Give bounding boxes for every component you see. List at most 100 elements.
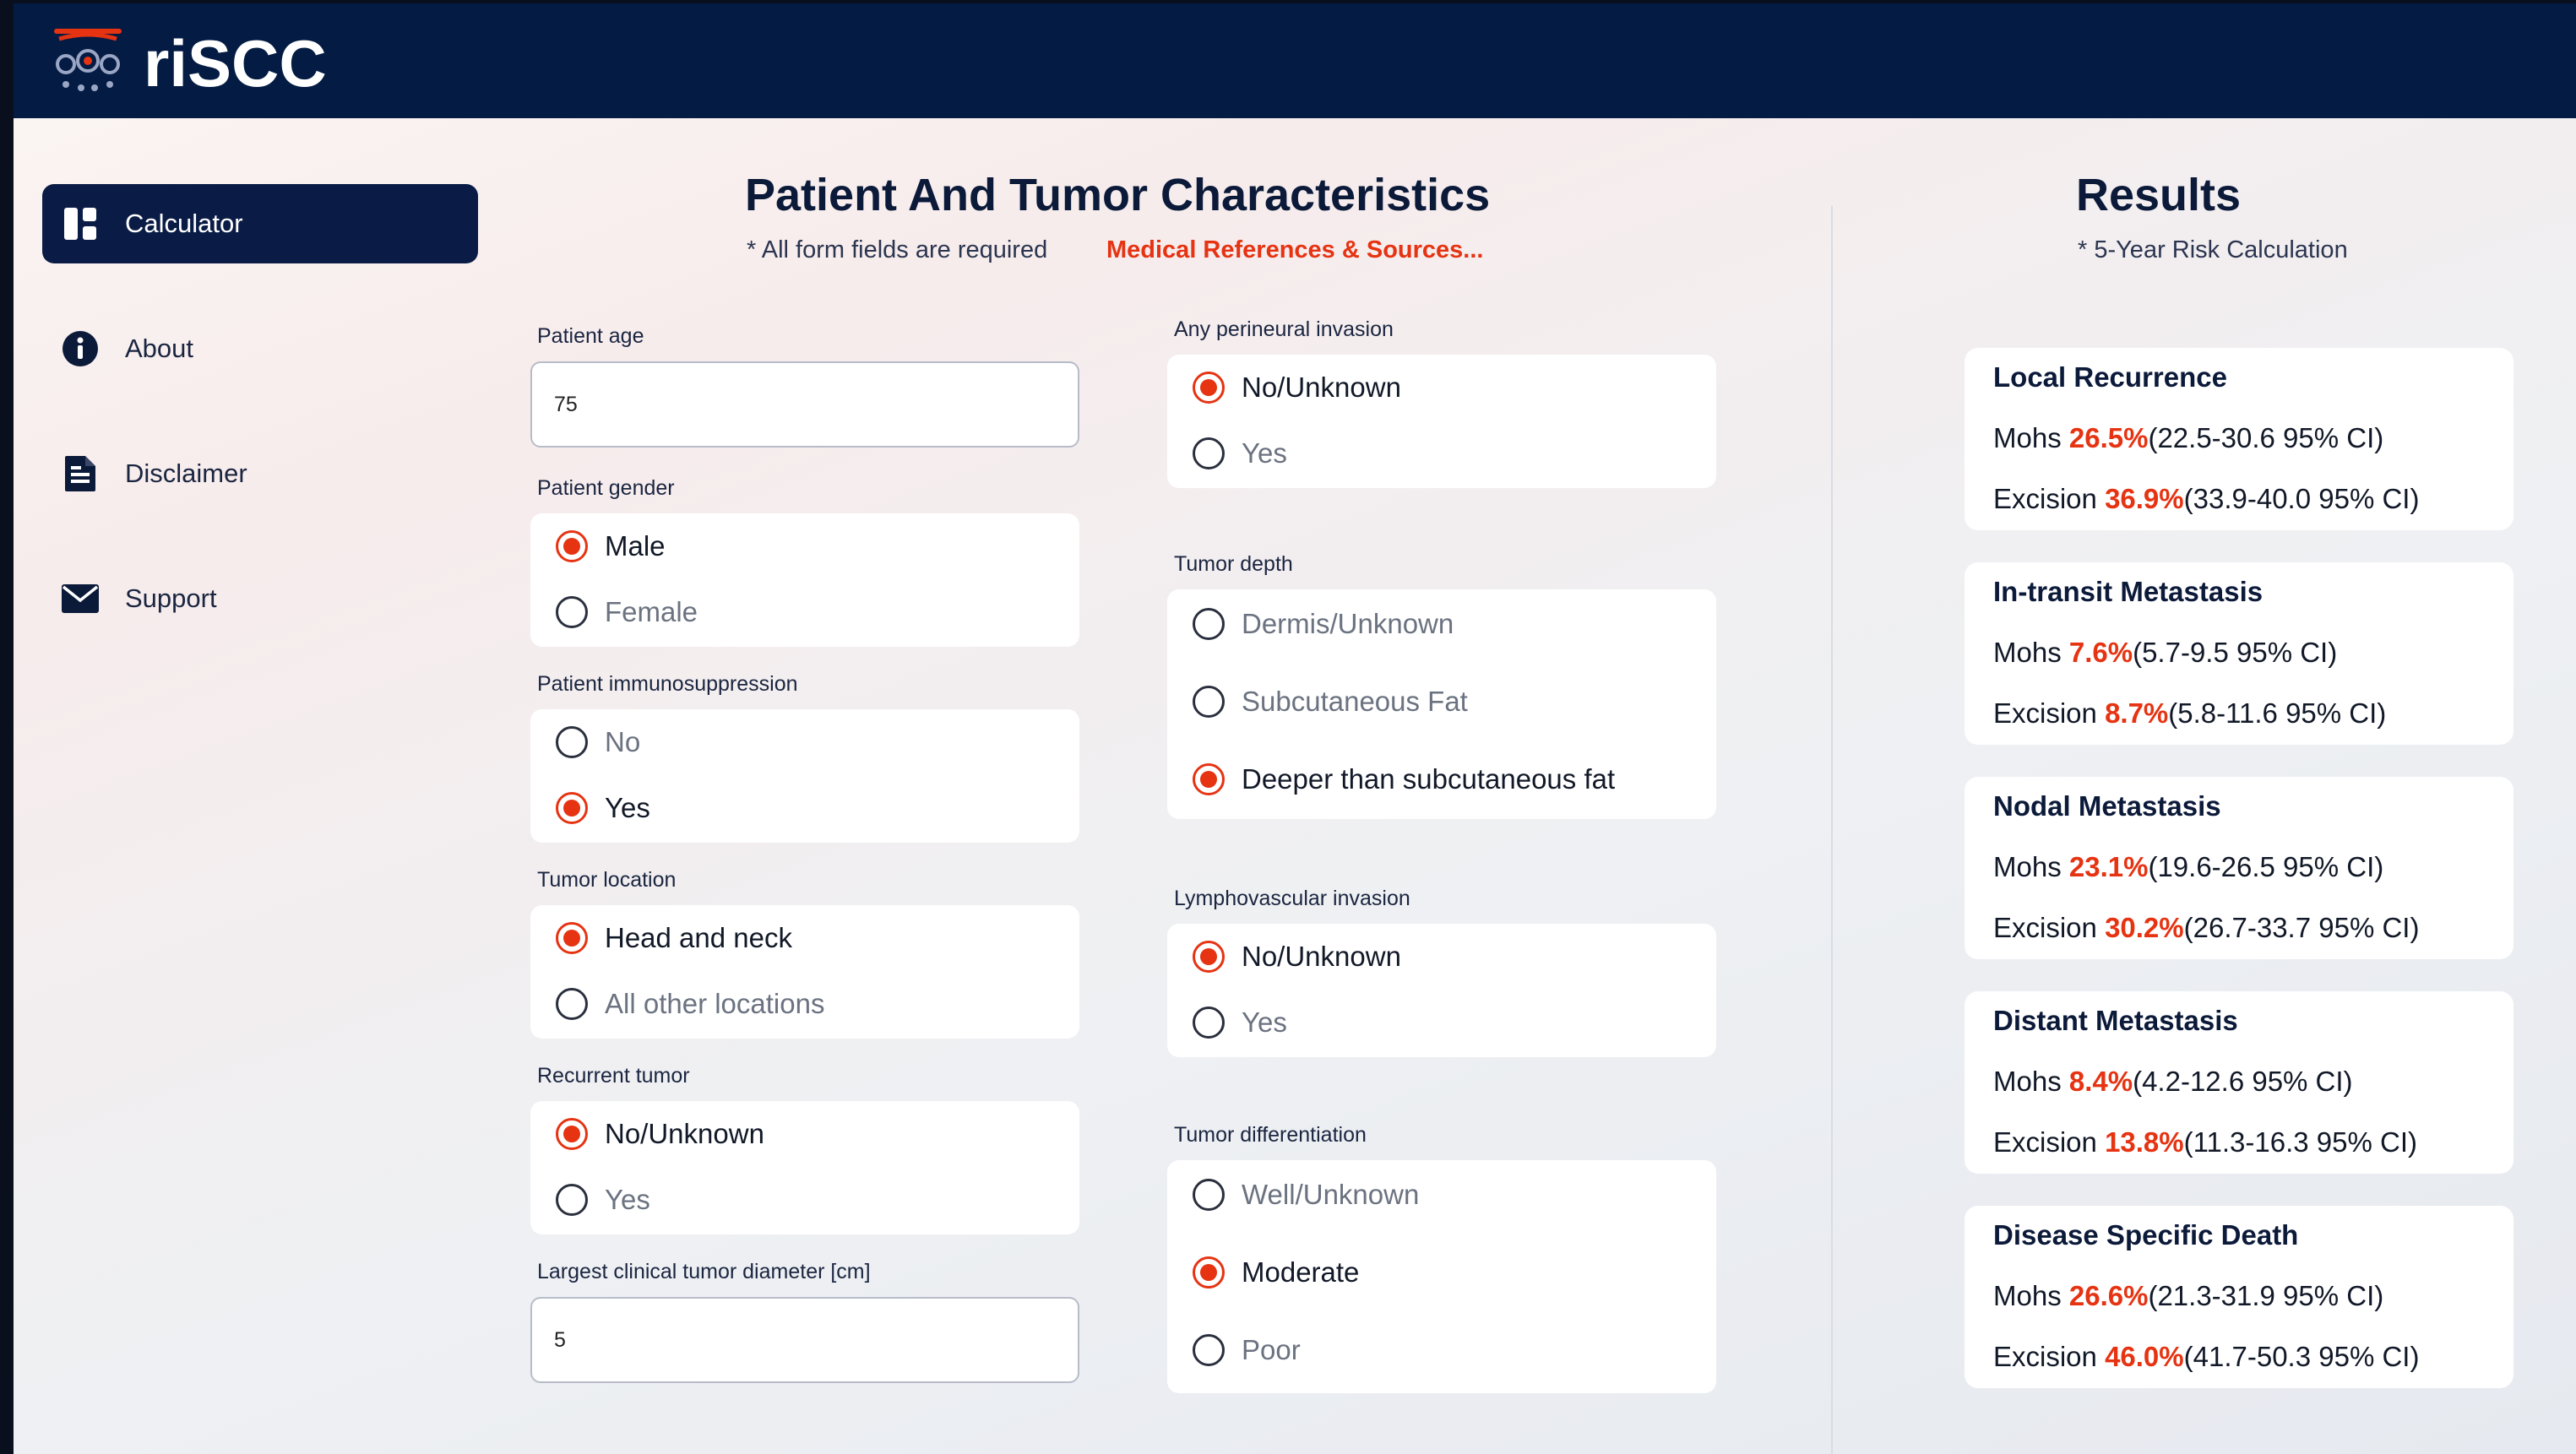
lymphovascular-invasion-label: Lymphovascular invasion: [1174, 887, 1410, 910]
result-title: In-transit Metastasis: [1993, 576, 2264, 607]
perineural-invasion-label: Any perineural invasion: [1174, 317, 1394, 341]
recurrent-tumor-radio-group: No/Unknown Yes: [530, 1101, 1079, 1234]
radio-unchecked-icon: [1193, 686, 1225, 718]
sidebar-item-label: Disclaimer: [125, 458, 247, 488]
patient-gender-label: Patient gender: [537, 476, 675, 500]
radio-label: No/Unknown: [1242, 372, 1401, 403]
result-mohs: Mohs 8.4%(4.2-12.6 95% CI): [1993, 1066, 2353, 1097]
result-card-in-transit-metastasis: In-transit Metastasis Mohs 7.6%(5.7-9.5 …: [1965, 562, 2514, 745]
depth-option-deeper[interactable]: Deeper than subcutaneous fat: [1193, 763, 1615, 795]
page-title: Patient And Tumor Characteristics: [745, 170, 1491, 220]
radio-unchecked-icon: [1193, 608, 1225, 640]
radio-label: Head and neck: [605, 922, 792, 953]
recurrent-tumor-label: Recurrent tumor: [537, 1064, 690, 1088]
sidebar-item-calculator[interactable]: Calculator: [42, 184, 478, 263]
tumor-location-radio-group: Head and neck All other locations: [530, 905, 1079, 1039]
radio-unchecked-icon: [556, 988, 588, 1020]
results-title: Results: [2076, 170, 2242, 220]
radio-checked-icon: [1193, 941, 1225, 973]
radio-unchecked-icon: [556, 1184, 588, 1216]
results-subtitle: * 5-Year Risk Calculation: [2078, 236, 2348, 263]
result-excision: Excision 46.0%(41.7-50.3 95% CI): [1993, 1341, 2420, 1372]
radio-unchecked-icon: [556, 726, 588, 758]
result-excision: Excision 8.7%(5.8-11.6 95% CI): [1993, 697, 2387, 729]
result-title: Local Recurrence: [1993, 361, 2227, 393]
lymphovascular-option-yes[interactable]: Yes: [1193, 1006, 1287, 1039]
result-excision: Excision 30.2%(26.7-33.7 95% CI): [1993, 912, 2420, 943]
radio-checked-icon: [1193, 763, 1225, 795]
sidebar-item-label: About: [125, 334, 194, 363]
sidebar-item-label: Calculator: [125, 209, 243, 238]
document-icon: [61, 454, 100, 493]
immunosuppression-label: Patient immunosuppression: [537, 672, 798, 696]
patient-gender-radio-group: Male Female: [530, 513, 1079, 647]
perineural-invasion-radio-group: No/Unknown Yes: [1167, 355, 1716, 488]
result-mohs: Mohs 7.6%(5.7-9.5 95% CI): [1993, 637, 2338, 668]
sidebar-item-support[interactable]: Support: [42, 559, 478, 638]
immunosuppression-option-no[interactable]: No: [556, 726, 640, 758]
radio-checked-icon: [556, 1118, 588, 1150]
brand-name: riSCC: [144, 26, 327, 100]
depth-option-subcutaneous[interactable]: Subcutaneous Fat: [1193, 686, 1468, 718]
tumor-diameter-input[interactable]: [530, 1297, 1079, 1383]
info-icon: [61, 329, 100, 368]
gender-option-male[interactable]: Male: [556, 530, 666, 562]
top-bar: riSCC: [14, 3, 2576, 118]
radio-label: Poor: [1242, 1334, 1301, 1365]
dashboard-icon: [61, 204, 100, 243]
sidebar-item-disclaimer[interactable]: Disclaimer: [42, 434, 478, 513]
location-option-other[interactable]: All other locations: [556, 988, 824, 1020]
required-note: * All form fields are required: [747, 236, 1048, 263]
radio-label: Male: [605, 530, 666, 562]
column-divider: [1831, 206, 1833, 1454]
radio-label: Female: [605, 596, 698, 627]
radio-label: No/Unknown: [1242, 941, 1401, 972]
radio-label: Dermis/Unknown: [1242, 608, 1454, 639]
radio-label: Moderate: [1242, 1256, 1360, 1288]
lymphovascular-option-no-unknown[interactable]: No/Unknown: [1193, 941, 1401, 973]
perineural-option-yes[interactable]: Yes: [1193, 437, 1287, 469]
tumor-depth-label: Tumor depth: [1174, 552, 1293, 576]
immunosuppression-option-yes[interactable]: Yes: [556, 792, 650, 824]
tumor-diameter-label: Largest clinical tumor diameter [cm]: [537, 1260, 871, 1283]
gender-option-female[interactable]: Female: [556, 596, 698, 628]
result-title: Nodal Metastasis: [1993, 790, 2221, 822]
radio-label: Yes: [605, 1184, 650, 1215]
radio-checked-icon: [1193, 372, 1225, 404]
recurrent-option-no-unknown[interactable]: No/Unknown: [556, 1118, 764, 1150]
result-excision: Excision 36.9%(33.9-40.0 95% CI): [1993, 483, 2420, 514]
sidebar-item-label: Support: [125, 583, 217, 613]
result-card-distant-metastasis: Distant Metastasis Mohs 8.4%(4.2-12.6 95…: [1965, 991, 2514, 1174]
radio-unchecked-icon: [556, 596, 588, 628]
result-title: Distant Metastasis: [1993, 1005, 2238, 1036]
result-card-nodal-metastasis: Nodal Metastasis Mohs 23.1%(19.6-26.5 95…: [1965, 777, 2514, 959]
location-option-head-neck[interactable]: Head and neck: [556, 922, 792, 954]
tumor-differentiation-label: Tumor differentiation: [1174, 1123, 1367, 1147]
patient-age-label: Patient age: [537, 324, 644, 348]
radio-label: Well/Unknown: [1242, 1179, 1420, 1210]
depth-option-dermis[interactable]: Dermis/Unknown: [1193, 608, 1454, 640]
differentiation-option-well[interactable]: Well/Unknown: [1193, 1179, 1419, 1211]
radio-label: Yes: [605, 792, 650, 823]
recurrent-option-yes[interactable]: Yes: [556, 1184, 650, 1216]
perineural-option-no-unknown[interactable]: No/Unknown: [1193, 372, 1401, 404]
result-excision: Excision 13.8%(11.3-16.3 95% CI): [1993, 1126, 2417, 1158]
medical-references-link[interactable]: Medical References & Sources...: [1106, 236, 1483, 264]
radio-checked-icon: [556, 792, 588, 824]
radio-checked-icon: [556, 922, 588, 954]
radio-checked-icon: [1193, 1256, 1225, 1289]
patient-age-input[interactable]: [530, 361, 1079, 448]
result-card-disease-specific-death: Disease Specific Death Mohs 26.6%(21.3-3…: [1965, 1206, 2514, 1388]
differentiation-option-poor[interactable]: Poor: [1193, 1334, 1301, 1366]
radio-unchecked-icon: [1193, 1334, 1225, 1366]
result-mohs: Mohs 26.5%(22.5-30.6 95% CI): [1993, 422, 2384, 453]
radio-unchecked-icon: [1193, 1006, 1225, 1039]
radio-label: All other locations: [605, 988, 825, 1019]
tumor-depth-radio-group: Dermis/Unknown Subcutaneous Fat Deeper t…: [1167, 589, 1716, 819]
sidebar-item-about[interactable]: About: [42, 309, 478, 388]
radio-label: Deeper than subcutaneous fat: [1242, 763, 1616, 795]
radio-label: Subcutaneous Fat: [1242, 686, 1468, 717]
radio-checked-icon: [556, 530, 588, 562]
radio-unchecked-icon: [1193, 437, 1225, 469]
differentiation-option-moderate[interactable]: Moderate: [1193, 1256, 1359, 1289]
